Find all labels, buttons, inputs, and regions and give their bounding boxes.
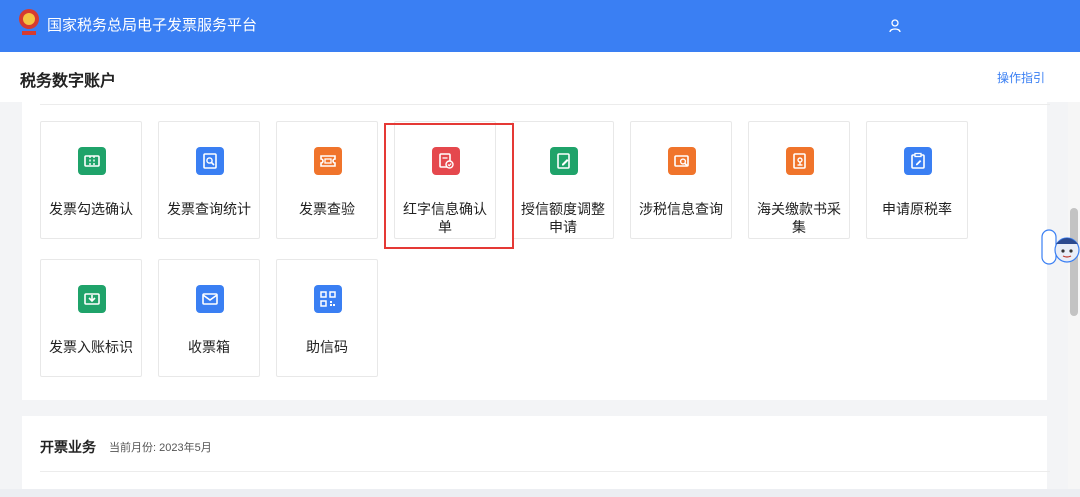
tile-label: 助信码: [306, 339, 348, 355]
tile-label: 授信额度调整申请: [521, 201, 605, 235]
tax-emblem-icon: [19, 9, 39, 35]
ticket-check-icon: [78, 147, 106, 175]
credit-edit-icon: [550, 147, 578, 175]
tax-info-search-icon: [668, 147, 696, 175]
page-title: 税务数字账户: [20, 73, 117, 90]
tile-credit-adjust-apply[interactable]: 授信额度调整申请: [512, 121, 614, 239]
document-search-icon: [196, 147, 224, 175]
tile-label: 发票查验: [299, 201, 355, 217]
tile-label: 海关缴款书采集: [757, 201, 841, 235]
tile-label: 申请原税率: [882, 201, 952, 217]
red-letter-confirm-icon: [432, 147, 460, 175]
qr-code-icon: [314, 285, 342, 313]
tile-label: 红字信息确认单: [403, 201, 487, 235]
ticket-verify-icon: [314, 147, 342, 175]
divider: [40, 104, 1050, 105]
divider: [40, 471, 1050, 472]
assistant-avatar-icon[interactable]: [1040, 222, 1080, 270]
tile-label: 收票箱: [188, 339, 230, 355]
bottom-toolbar-strip: [0, 489, 1080, 497]
user-icon[interactable]: [887, 18, 903, 34]
tile-label: 发票勾选确认: [49, 201, 133, 217]
mail-icon: [196, 285, 224, 313]
current-month-label: 当前月份: 2023年5月: [109, 442, 212, 454]
app-title: 国家税务总局电子发票服务平台: [47, 17, 258, 34]
invoicing-section: 开票业务 当前月份: 2023年5月: [22, 416, 1050, 497]
section-title: 开票业务: [40, 439, 96, 455]
top-bar: 国家税务总局电子发票服务平台: [0, 0, 1080, 52]
tile-tax-info-query[interactable]: 涉税信息查询: [630, 121, 732, 239]
tile-apply-original-tax-rate[interactable]: 申请原税率: [866, 121, 968, 239]
page-header: 税务数字账户 操作指引: [0, 52, 1080, 102]
customs-payment-icon: [786, 147, 814, 175]
tile-label: 涉税信息查询: [639, 201, 723, 217]
guide-link[interactable]: 操作指引: [997, 69, 1045, 86]
tile-label: 发票查询统计: [167, 201, 251, 217]
tile-invoice-check-confirm[interactable]: 发票勾选确认: [40, 121, 142, 239]
tile-invoice-query-stats[interactable]: 发票查询统计: [158, 121, 260, 239]
tile-red-letter-confirm[interactable]: 红字信息确认单: [394, 121, 496, 239]
tile-credit-code[interactable]: 助信码: [276, 259, 378, 377]
tile-invoice-entry-mark[interactable]: 发票入账标识: [40, 259, 142, 377]
tile-invoice-verify[interactable]: 发票查验: [276, 121, 378, 239]
tile-receipt-inbox[interactable]: 收票箱: [158, 259, 260, 377]
ticket-inbox-icon: [78, 285, 106, 313]
tile-label: 发票入账标识: [49, 339, 133, 355]
tile-customs-payment-collect[interactable]: 海关缴款书采集: [748, 121, 850, 239]
clipboard-edit-icon: [904, 147, 932, 175]
